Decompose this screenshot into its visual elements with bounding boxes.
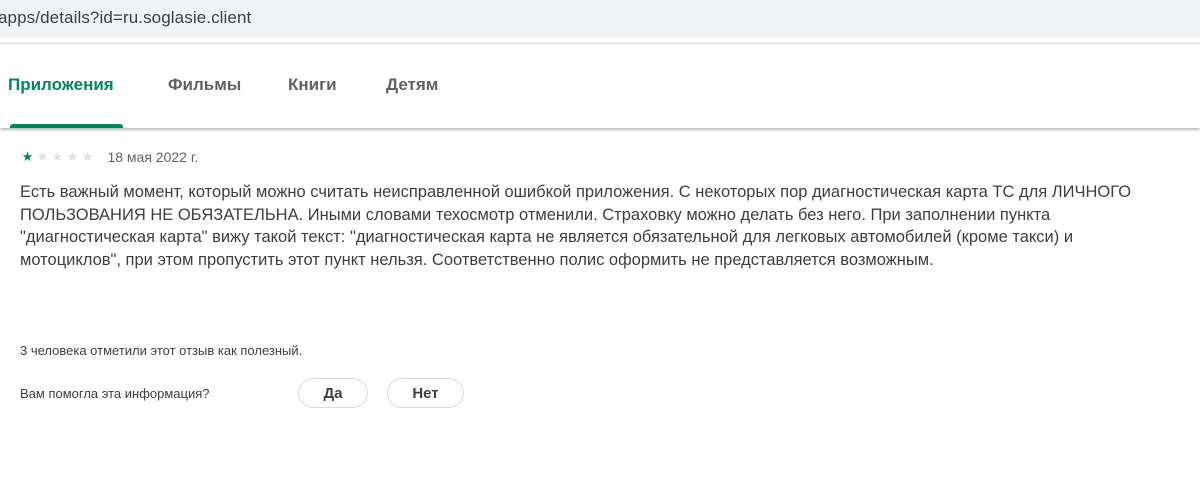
helpful-count: 3 человека отметили этот отзыв как полез… [20, 343, 303, 358]
tab-kids[interactable]: Детям [386, 75, 438, 95]
no-button[interactable]: Нет [387, 378, 464, 408]
review-text: Есть важный момент, который можно считат… [20, 183, 1132, 270]
star-rating: ★ ★ ★ ★ ★ [20, 148, 95, 166]
divider [0, 43, 1200, 44]
review-date: 18 мая 2022 г. [107, 149, 199, 165]
star-empty-icon: ★ [81, 149, 94, 164]
tab-movies[interactable]: Фильмы [168, 75, 241, 95]
star-empty-icon: ★ [66, 149, 79, 164]
page: apps/details?id=ru.soglasie.client Прило… [0, 0, 1200, 478]
star-empty-icon: ★ [36, 149, 49, 164]
tab-header: Приложения Фильмы Книги Детям [0, 43, 1200, 128]
star-empty-icon: ★ [51, 149, 64, 164]
address-bar[interactable]: apps/details?id=ru.soglasie.client [0, 0, 1200, 39]
tab-apps[interactable]: Приложения [8, 75, 114, 95]
yes-button[interactable]: Да [298, 378, 368, 408]
review-rating-row: ★ ★ ★ ★ ★ 18 мая 2022 г. [20, 148, 198, 168]
star-filled-icon: ★ [21, 149, 34, 164]
active-tab-indicator [10, 124, 123, 128]
tab-books[interactable]: Книги [288, 75, 337, 95]
feedback-question: Вам помогла эта информация? [20, 386, 210, 401]
url-text[interactable]: apps/details?id=ru.soglasie.client [0, 8, 251, 28]
